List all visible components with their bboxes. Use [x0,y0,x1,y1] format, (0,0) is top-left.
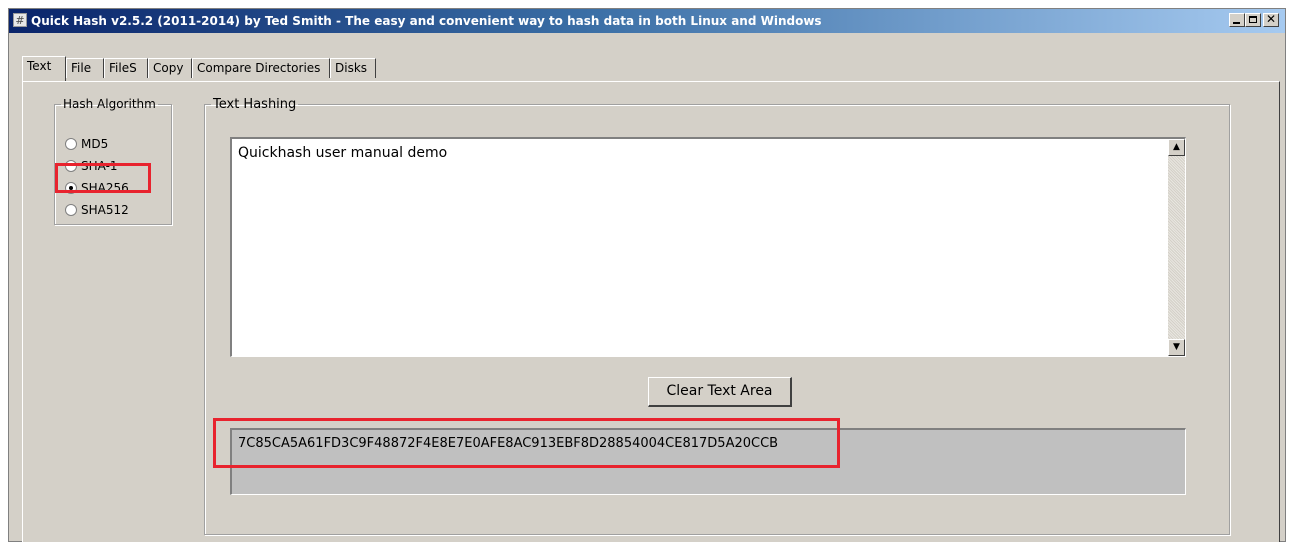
tab-label: Text [27,59,52,73]
close-icon: ✕ [1265,12,1277,26]
maximize-icon [1249,16,1257,23]
text-input-value: Quickhash user manual demo [238,145,448,161]
sha256-highlight-box [55,163,151,193]
arrow-down-icon: ▼ [1173,342,1180,352]
scroll-down-button[interactable]: ▼ [1168,339,1185,356]
text-input-area[interactable]: Quickhash user manual demo ▲ ▼ [230,137,1186,357]
radio-button-icon [65,138,77,150]
hash-icon: # [13,13,27,27]
hash-algorithm-legend: Hash Algorithm [63,97,156,111]
tab-label: Compare Directories [197,61,321,75]
tab-copy[interactable]: Copy [148,58,192,78]
maximize-button[interactable] [1245,13,1261,27]
window-title: Quick Hash v2.5.2 (2011-2014) by Ted Smi… [31,14,822,28]
text-hashing-legend: Text Hashing [213,97,297,112]
tab-disks[interactable]: Disks [330,58,376,78]
clear-text-area-button[interactable]: Clear Text Area [648,377,792,407]
radio-label: MD5 [81,137,109,151]
hash-algorithm-group: Hash Algorithm MD5 SHA-1 SHA256 SHA512 [54,97,172,225]
minimize-icon [1233,22,1240,24]
tab-compare-directories[interactable]: Compare Directories [192,58,330,78]
tab-label: Copy [153,61,184,75]
tab-text[interactable]: Text [22,56,66,81]
tab-files[interactable]: FileS [104,58,148,78]
hash-output-highlight-box [213,418,840,468]
tab-label: File [71,61,92,75]
radio-label: SHA512 [81,203,129,217]
minimize-button[interactable] [1229,13,1245,27]
radio-button-icon [65,204,77,216]
close-button[interactable]: ✕ [1263,12,1279,27]
tab-label: FileS [109,61,137,75]
arrow-up-icon: ▲ [1173,142,1180,152]
tab-label: Disks [335,61,368,75]
title-bar[interactable]: # Quick Hash v2.5.2 (2011-2014) by Ted S… [9,9,1285,33]
scroll-up-button[interactable]: ▲ [1168,139,1185,156]
tab-file[interactable]: File [66,58,104,78]
vertical-scrollbar[interactable]: ▲ ▼ [1168,139,1185,356]
